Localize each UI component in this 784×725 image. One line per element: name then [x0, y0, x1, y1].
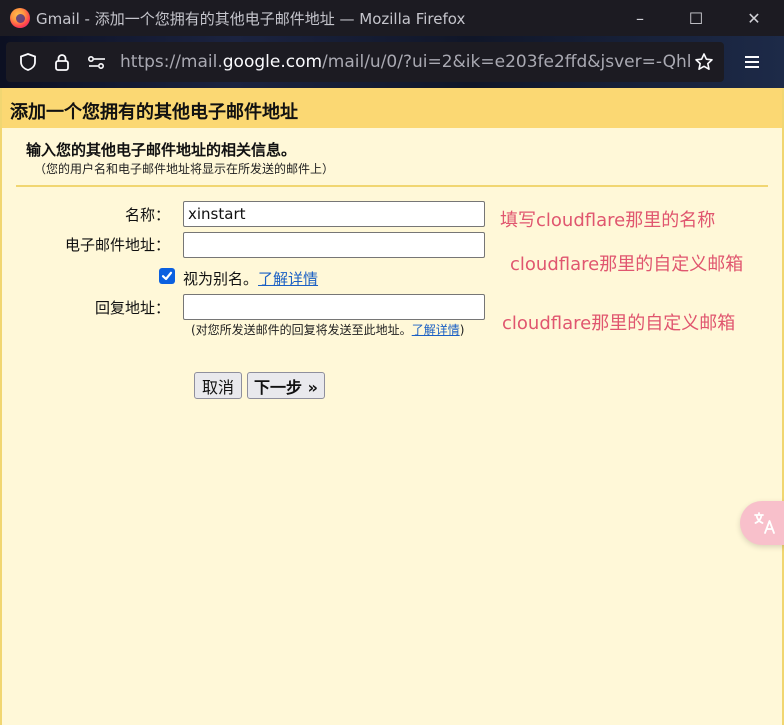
section-title: 输入您的其他电子邮件地址的相关信息。 — [26, 141, 297, 159]
firefox-logo-icon — [10, 8, 30, 28]
alias-checkbox[interactable] — [159, 268, 175, 284]
hamburger-menu-icon[interactable] — [740, 50, 764, 74]
page-title: 添加一个您拥有的其他电子邮件地址 — [10, 102, 298, 123]
name-input[interactable] — [183, 201, 485, 227]
shield-icon[interactable] — [18, 52, 38, 72]
reply-learn-more-link[interactable]: 了解详情 — [412, 323, 460, 337]
reply-input[interactable] — [183, 294, 485, 320]
next-step-button[interactable]: 下一步 » — [247, 372, 325, 399]
permissions-icon[interactable] — [86, 52, 106, 72]
address-bar[interactable]: https://mail.google.com/mail/u/0/?ui=2&i… — [6, 42, 724, 82]
name-annotation: 填写cloudflare那里的名称 — [500, 210, 716, 231]
section-subtitle: （您的用户名和电子邮件地址将显示在所发送的邮件上） — [34, 162, 335, 176]
reply-annotation: cloudflare那里的自定义邮箱 — [502, 313, 736, 334]
reply-note: (对您所发送邮件的回复将发送至此地址。了解详情) — [191, 323, 465, 337]
url-text[interactable]: https://mail.google.com/mail/u/0/?ui=2&i… — [120, 52, 692, 72]
page-content: 添加一个您拥有的其他电子邮件地址 输入您的其他电子邮件地址的相关信息。 （您的用… — [0, 88, 784, 725]
window-titlebar: Gmail - 添加一个您拥有的其他电子邮件地址 — Mozilla Firef… — [0, 0, 784, 36]
alias-label: 视为别名。了解详情 — [183, 270, 319, 288]
navigation-toolbar: https://mail.google.com/mail/u/0/?ui=2&i… — [0, 36, 784, 88]
reply-label: 回复地址： — [94, 299, 170, 317]
close-window-button[interactable]: ✕ — [726, 0, 782, 36]
lock-icon[interactable] — [52, 52, 72, 72]
email-label: 电子邮件地址： — [64, 236, 170, 254]
bookmark-star-icon[interactable] — [694, 52, 714, 72]
minimize-button[interactable]: – — [612, 0, 668, 36]
alias-learn-more-link[interactable]: 了解详情 — [258, 270, 318, 288]
page-header: 添加一个您拥有的其他电子邮件地址 — [2, 88, 782, 128]
window-title: Gmail - 添加一个您拥有的其他电子邮件地址 — Mozilla Firef… — [36, 10, 466, 28]
email-annotation: cloudflare那里的自定义邮箱 — [510, 254, 744, 275]
translate-button[interactable] — [740, 501, 784, 545]
cancel-button[interactable]: 取消 — [194, 372, 242, 399]
translate-icon — [754, 512, 775, 534]
divider — [16, 185, 768, 187]
email-input[interactable] — [183, 232, 485, 258]
maximize-button[interactable]: ☐ — [668, 0, 724, 36]
name-label: 名称： — [124, 206, 170, 224]
